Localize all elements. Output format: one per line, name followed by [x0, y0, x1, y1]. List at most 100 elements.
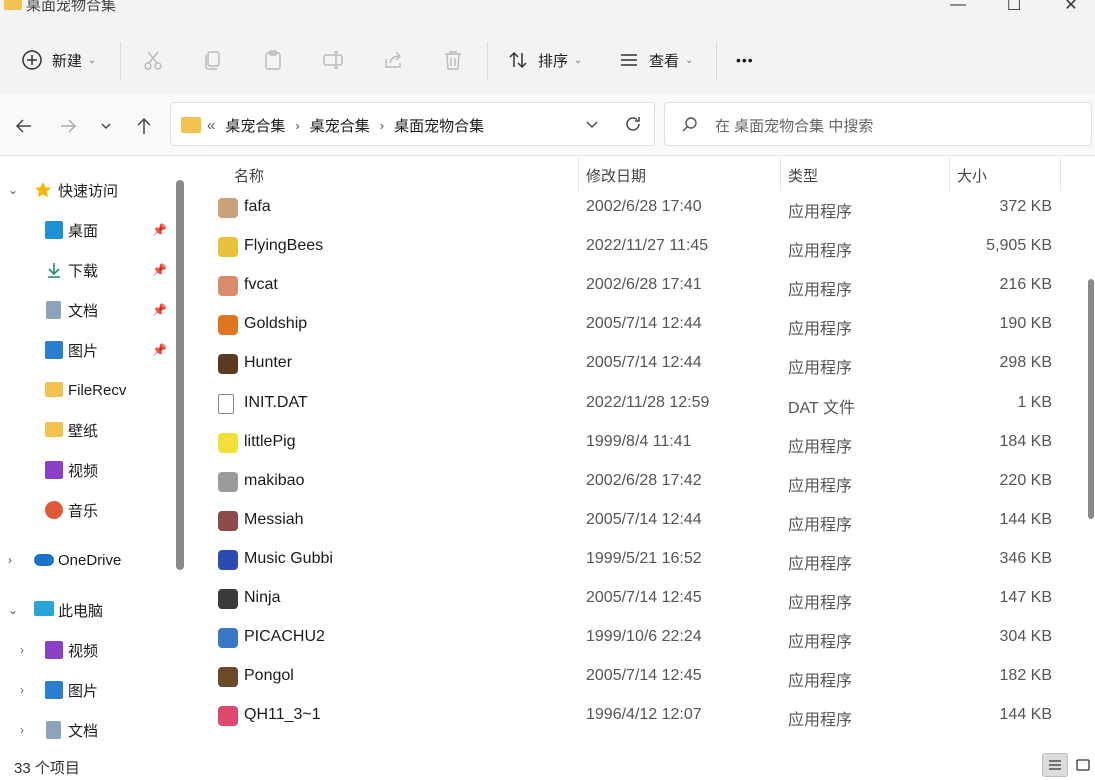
sort-button[interactable]: 排序 ⌄ [506, 40, 582, 80]
details-view-button[interactable] [1042, 753, 1068, 777]
pin-icon[interactable]: 📌 [152, 263, 167, 277]
video-icon [45, 641, 63, 659]
more-options-button[interactable]: ••• [736, 40, 754, 80]
tiles-view-button[interactable] [1070, 753, 1095, 777]
sidebar-item-documents[interactable]: 文档 📌 [0, 292, 175, 328]
file-date: 1999/8/4 11:41 [586, 432, 692, 450]
file-type: 应用程序 [788, 673, 853, 691]
pin-icon[interactable]: 📌 [152, 303, 167, 317]
sidebar-item-downloads[interactable]: 下载 📌 [0, 252, 175, 288]
rename-button[interactable] [321, 40, 345, 80]
table-row[interactable]: INIT.DAT 2022/11/28 12:59 DAT 文件 1 KB [190, 384, 1060, 423]
up-button[interactable] [130, 112, 158, 140]
table-row[interactable]: Ninja 2005/7/14 12:45 应用程序 147 KB [190, 579, 1060, 618]
tiles-view-icon [1076, 759, 1090, 771]
sidebar-item-label: 图片 [68, 342, 99, 360]
table-row[interactable]: fafa 2002/6/28 17:40 应用程序 372 KB [190, 188, 1060, 227]
sidebar-item-filerecv[interactable]: FileRecv [0, 372, 175, 408]
sidebar-item-pc-pictures[interactable]: › 图片 [0, 672, 175, 708]
cut-button[interactable] [141, 40, 165, 80]
table-row[interactable]: makibao 2002/6/28 17:42 应用程序 220 KB [190, 462, 1060, 501]
delete-button[interactable] [441, 40, 465, 80]
file-name: QH11_3~1 [244, 706, 321, 724]
arrow-left-icon [15, 119, 31, 133]
recent-locations-button[interactable] [92, 112, 120, 140]
column-divider[interactable] [578, 157, 579, 191]
file-size: 144 KB [999, 706, 1052, 724]
chevron-right-icon[interactable]: › [20, 723, 24, 737]
table-row[interactable]: FlyingBees 2022/11/27 11:45 应用程序 5,905 KB [190, 227, 1060, 266]
column-divider[interactable] [780, 157, 781, 191]
sidebar-item-pc-documents[interactable]: › 文档 [0, 712, 175, 748]
sidebar-item-label: 音乐 [68, 502, 99, 520]
paste-button[interactable] [261, 40, 285, 80]
column-size[interactable]: 大小 [957, 165, 987, 186]
chevron-down-icon [586, 121, 598, 128]
application-icon [218, 667, 238, 688]
table-row[interactable]: Messiah 2005/7/14 12:44 应用程序 144 KB [190, 501, 1060, 540]
chevron-right-icon[interactable]: › [20, 643, 24, 657]
breadcrumb-item[interactable]: 桌宠合集 [310, 115, 370, 136]
sidebar-item-label: 此电脑 [58, 602, 104, 620]
breadcrumb-overflow[interactable]: « [207, 117, 215, 134]
forward-button[interactable] [54, 112, 82, 140]
file-list-scrollbar[interactable] [1088, 279, 1094, 519]
file-size: 372 KB [999, 198, 1052, 215]
table-row[interactable]: PICACHU2 1999/10/6 22:24 应用程序 304 KB [190, 618, 1060, 657]
refresh-button[interactable] [623, 114, 643, 138]
sidebar-item-pictures[interactable]: 图片 📌 [0, 332, 175, 368]
file-date: 2002/6/28 17:41 [586, 276, 702, 294]
view-button[interactable]: 查看 ⌄ [617, 40, 693, 80]
pin-icon[interactable]: 📌 [152, 223, 167, 237]
search-input[interactable]: 在 桌面宠物合集 中搜索 [715, 115, 873, 136]
sidebar-item-pc-videos[interactable]: › 视频 [0, 632, 175, 668]
chevron-right-icon[interactable]: › [8, 553, 12, 567]
application-icon [218, 549, 238, 570]
sidebar-item-videos[interactable]: 视频 [0, 452, 175, 488]
sidebar-item-quick-access[interactable]: ⌄ 快速访问 [0, 172, 175, 208]
sidebar-item-this-pc[interactable]: ⌄ 此电脑 [0, 592, 175, 628]
column-divider[interactable] [1060, 157, 1061, 191]
breadcrumb-item[interactable]: 桌面宠物合集 [394, 115, 484, 136]
breadcrumb-item[interactable]: 桌宠合集 [225, 115, 285, 136]
file-name: Messiah [244, 510, 304, 528]
sidebar-scrollbar[interactable] [176, 180, 184, 570]
chevron-right-icon[interactable]: › [20, 683, 24, 697]
chevron-down-icon[interactable]: ⌄ [8, 183, 18, 197]
sidebar-item-label: 快速访问 [58, 182, 119, 200]
sidebar-item-onedrive[interactable]: › OneDrive [0, 542, 175, 578]
table-row[interactable]: littlePig 1999/8/4 11:41 应用程序 184 KB [190, 423, 1060, 462]
sidebar-item-desktop[interactable]: 桌面 📌 [0, 212, 175, 248]
new-button[interactable]: 新建 ⌄ [20, 40, 96, 80]
close-button[interactable]: ✕ [1042, 0, 1095, 16]
file-size: 182 KB [999, 667, 1052, 685]
share-button[interactable] [381, 40, 405, 80]
pin-icon[interactable]: 📌 [152, 343, 167, 357]
column-type[interactable]: 类型 [788, 165, 818, 186]
chevron-down-icon[interactable]: ⌄ [8, 603, 18, 617]
column-date[interactable]: 修改日期 [586, 165, 646, 186]
table-row[interactable]: QH11_3~1 1996/4/12 12:07 应用程序 144 KB [190, 696, 1060, 735]
table-row[interactable]: Music Gubbi 1999/5/21 16:52 应用程序 346 KB [190, 540, 1060, 579]
column-name[interactable]: 名称 [234, 165, 264, 186]
sidebar-item-music[interactable]: 音乐 [0, 492, 175, 528]
table-row[interactable]: fvcat 2002/6/28 17:41 应用程序 216 KB [190, 266, 1060, 305]
copy-button[interactable] [201, 40, 225, 80]
minimize-button[interactable]: — [929, 0, 987, 16]
back-button[interactable] [10, 112, 38, 140]
application-icon [218, 589, 238, 609]
maximize-button[interactable]: ☐ [985, 0, 1043, 16]
table-row[interactable]: Hunter 2005/7/14 12:44 应用程序 298 KB [190, 344, 1060, 383]
folder-icon [45, 382, 63, 397]
list-view-icon [617, 48, 641, 72]
column-divider[interactable] [949, 157, 950, 191]
sidebar-item-label: OneDrive [58, 551, 122, 569]
sidebar-item-wallpaper[interactable]: 壁纸 [0, 412, 175, 448]
search-icon [682, 117, 697, 132]
address-dropdown-button[interactable] [583, 115, 601, 137]
address-bar[interactable]: « 桌宠合集 › 桌宠合集 › 桌面宠物合集 [170, 102, 655, 146]
search-box[interactable]: 在 桌面宠物合集 中搜索 [664, 102, 1092, 146]
table-row[interactable]: Pongol 2005/7/14 12:45 应用程序 182 KB [190, 657, 1060, 696]
file-date: 2005/7/14 12:44 [586, 354, 702, 372]
table-row[interactable]: Goldship 2005/7/14 12:44 应用程序 190 KB [190, 305, 1060, 344]
